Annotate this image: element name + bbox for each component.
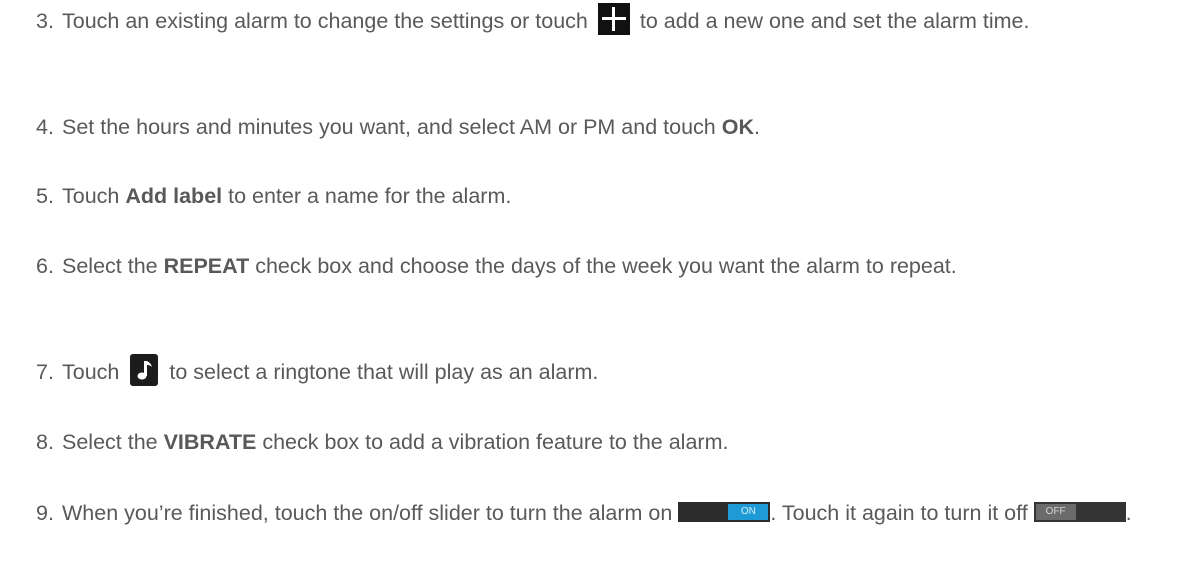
step-number: 7. xyxy=(36,360,54,384)
add-label-label: Add label xyxy=(125,184,223,208)
step-text: When you’re finished, touch the on/off s… xyxy=(62,501,1132,525)
step-4: 4. Set the hours and minutes you want, a… xyxy=(36,110,1176,145)
step-8: 8. Select the VIBRATE check box to add a… xyxy=(36,425,1176,460)
step-text: Touch an existing alarm to change the se… xyxy=(62,3,1176,39)
step-9: 9. When you’re finished, touch the on/of… xyxy=(36,496,1176,531)
vibrate-label: VIBRATE xyxy=(163,430,257,454)
step-number: 4. xyxy=(36,115,54,139)
step-5: 5. Touch Add label to enter a name for t… xyxy=(36,179,1176,214)
step-3: 3. Touch an existing alarm to change the… xyxy=(36,3,1176,39)
step-text: Select the REPEAT check box and choose t… xyxy=(62,254,957,278)
step-text: Select the VIBRATE check box to add a vi… xyxy=(62,430,729,454)
step-number: 8. xyxy=(36,430,54,454)
toggle-off-label: OFF xyxy=(1035,504,1076,521)
step-number: 6. xyxy=(36,254,54,278)
step-text: Set the hours and minutes you want, and … xyxy=(62,115,760,139)
music-note-icon xyxy=(130,354,159,387)
step-text: Touch to select a ringtone that will pla… xyxy=(62,354,1176,390)
step-7: 7. Touch to select a ringtone that will … xyxy=(36,354,1176,390)
repeat-label: REPEAT xyxy=(163,254,250,278)
ok-label: OK xyxy=(721,115,754,139)
step-number: 9. xyxy=(36,501,54,525)
toggle-off-icon: OFF xyxy=(1033,502,1126,523)
toggle-on-label: ON xyxy=(728,504,769,521)
plus-icon xyxy=(597,3,630,36)
toggle-on-icon: ON xyxy=(678,502,771,523)
step-text: Touch Add label to enter a name for the … xyxy=(62,184,512,208)
step-number: 3. xyxy=(36,9,54,33)
instruction-list: 3. Touch an existing alarm to change the… xyxy=(0,0,1185,579)
step-number: 5. xyxy=(36,184,54,208)
step-6: 6. Select the REPEAT check box and choos… xyxy=(36,249,1176,284)
